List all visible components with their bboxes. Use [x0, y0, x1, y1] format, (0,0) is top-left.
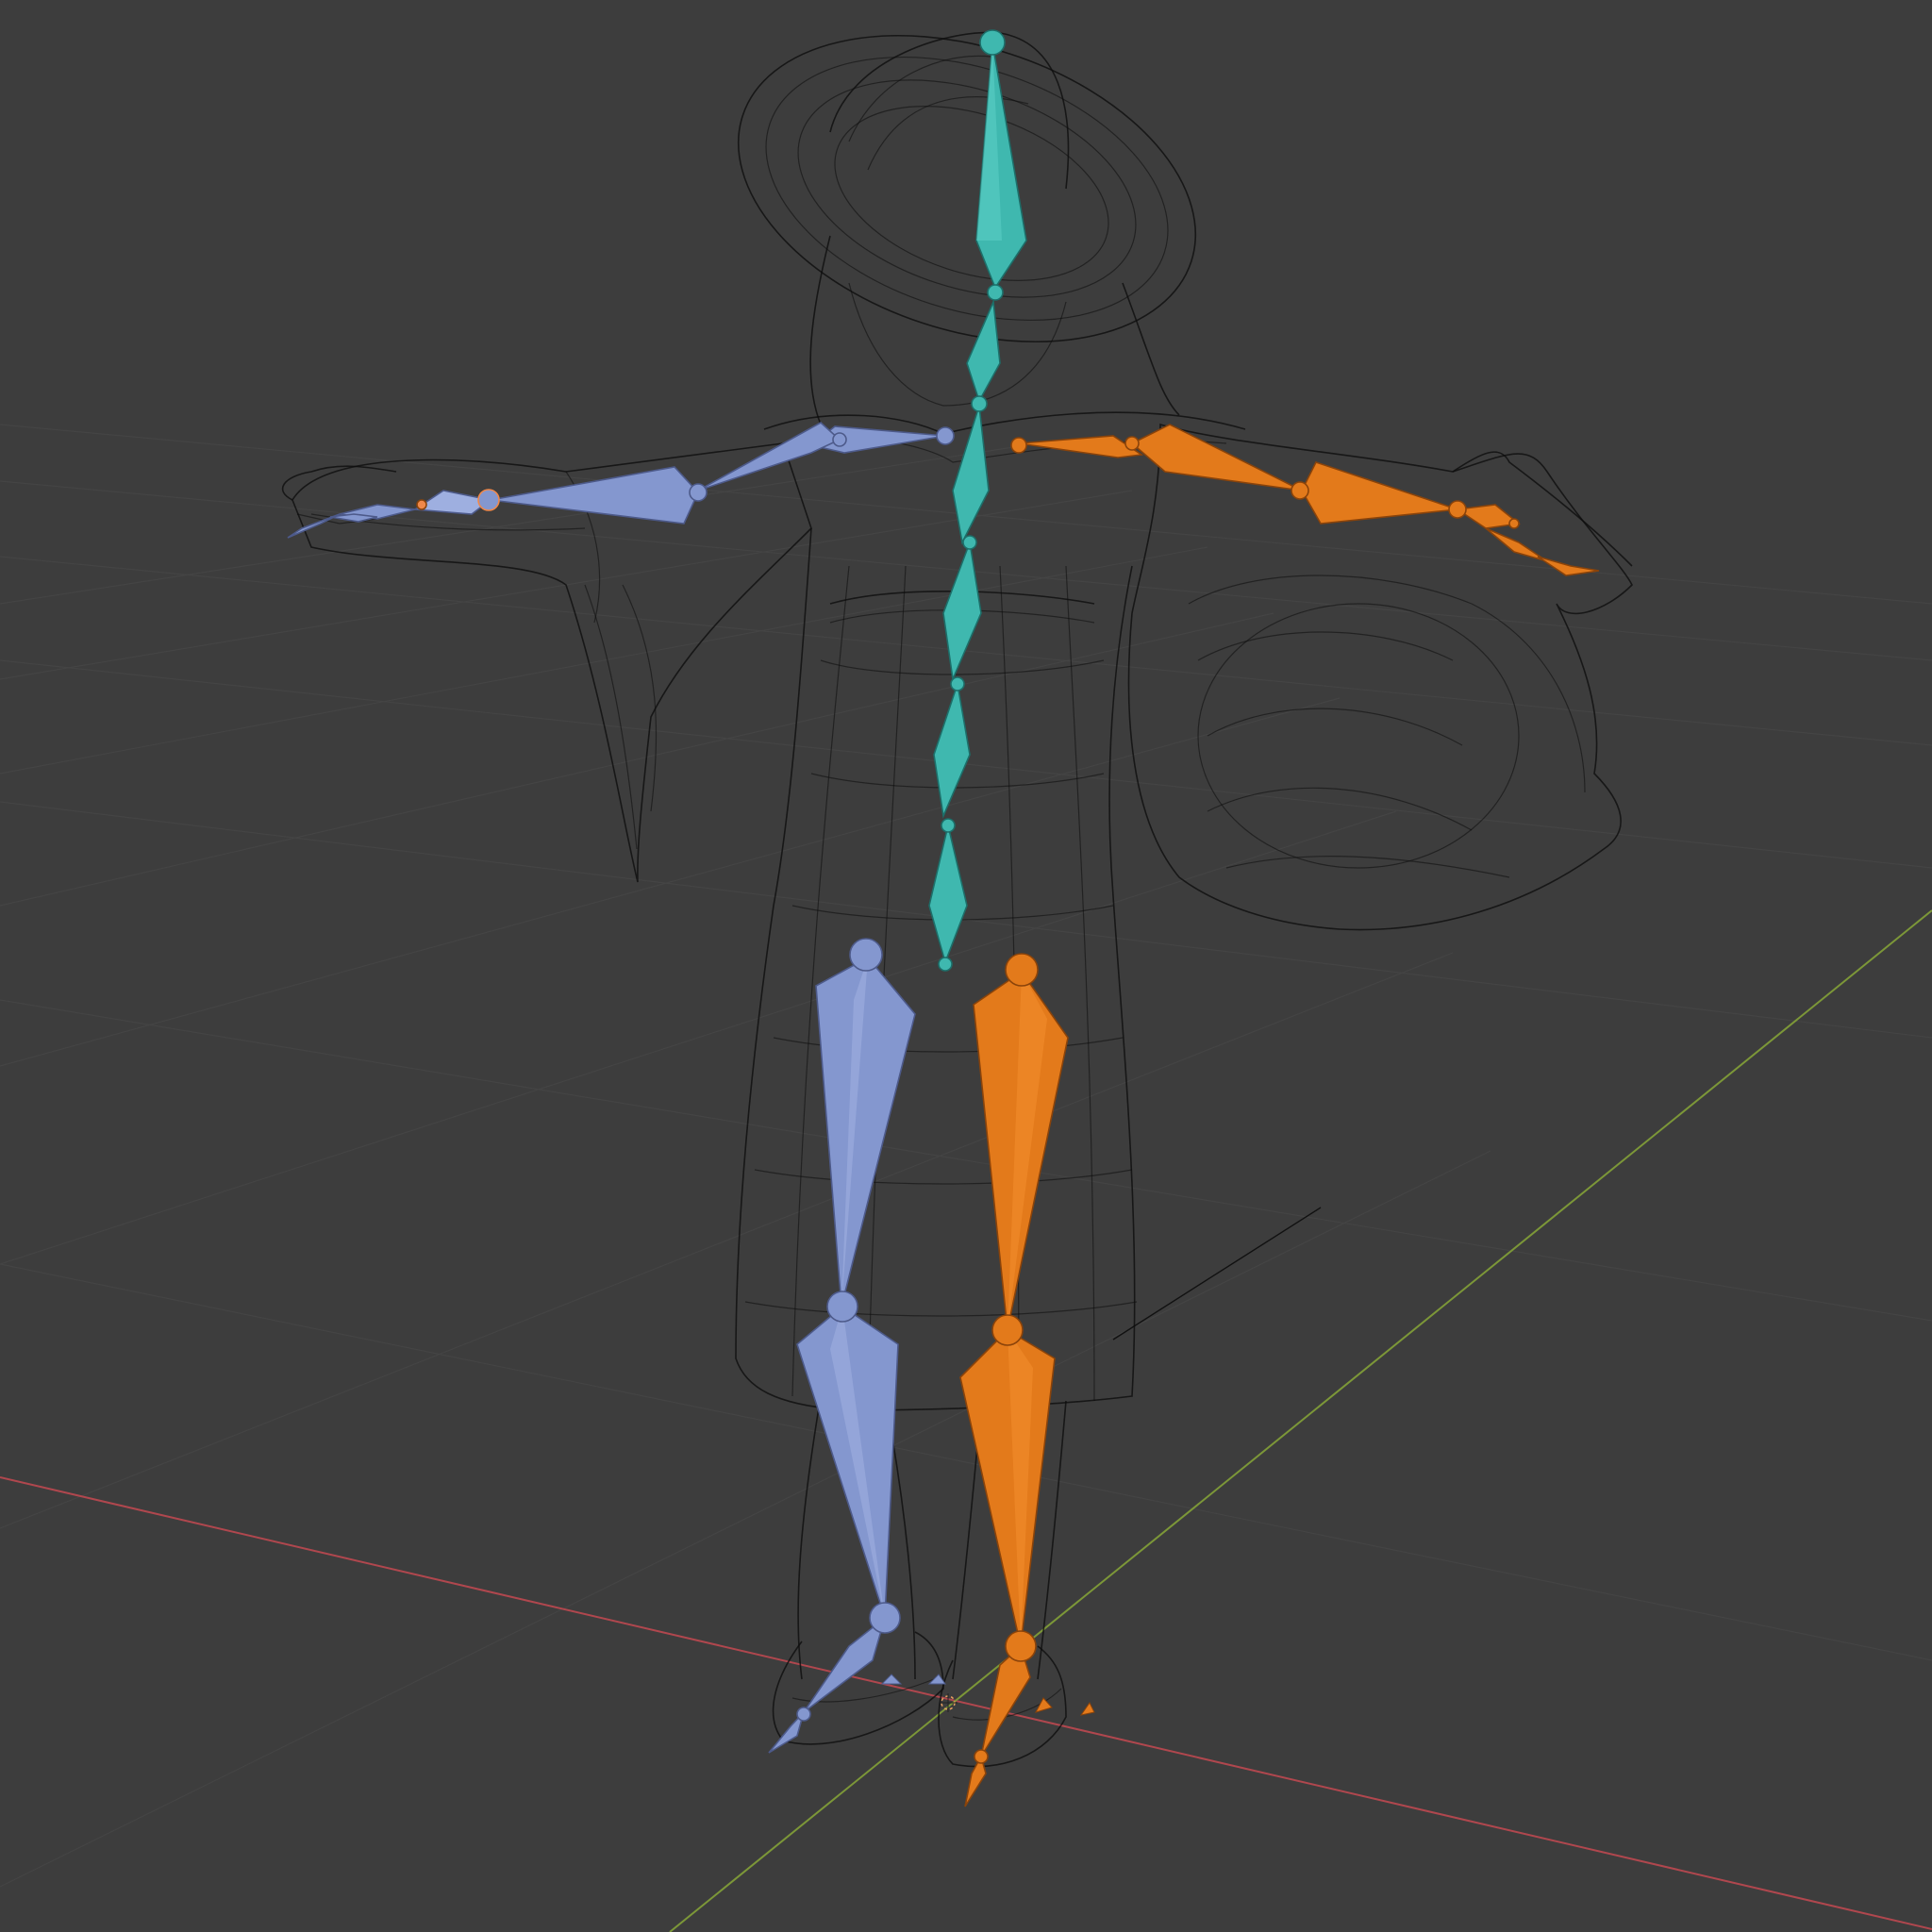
3d-viewport[interactable] — [0, 0, 1932, 1932]
x-axis-line — [0, 1476, 1932, 1930]
bone-chest[interactable] — [952, 405, 990, 545]
bone-thigh-left[interactable] — [815, 956, 916, 1307]
bone-toe-right[interactable] — [964, 1754, 987, 1807]
spine-bone-chain[interactable] — [928, 29, 1027, 972]
armature[interactable] — [287, 29, 1600, 1807]
left-arm-bone-chain[interactable] — [287, 422, 955, 539]
bone-spine-2[interactable] — [942, 539, 982, 682]
floor-grid — [0, 424, 1932, 1932]
bone-foot-right[interactable] — [980, 1644, 1031, 1757]
bone-foot-left[interactable] — [803, 1615, 887, 1713]
left-leg-bone-chain[interactable] — [768, 938, 946, 1754]
bone-spine-1[interactable] — [933, 683, 971, 819]
bone-forearm-right[interactable] — [1301, 461, 1458, 525]
right-leg-bone-chain[interactable] — [959, 953, 1095, 1807]
viewport-canvas — [0, 29, 1932, 1932]
bone-upper-arm-left[interactable] — [490, 466, 699, 525]
bone-hips[interactable] — [928, 824, 968, 965]
bone-shin-right[interactable] — [959, 1328, 1056, 1647]
bone-clavicle-right[interactable] — [1018, 435, 1144, 458]
right-arm-bone-chain[interactable] — [1010, 424, 1600, 576]
